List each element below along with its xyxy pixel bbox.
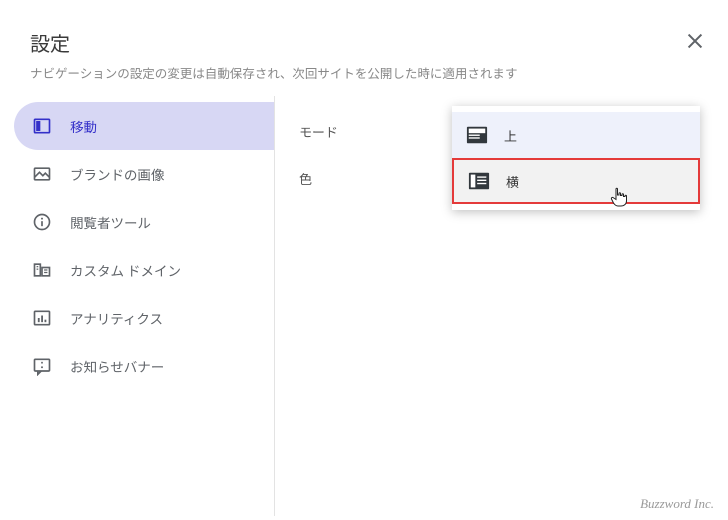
info-icon — [32, 212, 52, 232]
sidebar-item-label: 閲覧者ツール — [70, 212, 151, 232]
dropdown-option-label: 横 — [506, 172, 519, 191]
analytics-icon — [32, 308, 52, 328]
close-button[interactable] — [684, 30, 706, 57]
sidebar-item-label: 移動 — [70, 116, 97, 136]
announce-icon — [32, 356, 52, 376]
sidebar-item-label: お知らせバナー — [70, 356, 164, 376]
dropdown-option-label: 上 — [504, 126, 517, 145]
sidebar-item-custom-domain[interactable]: カスタム ドメイン — [14, 246, 274, 294]
sidebar-item-label: ブランドの画像 — [70, 164, 165, 184]
layout-top-icon — [466, 125, 488, 145]
sidebar-item-label: アナリティクス — [70, 308, 163, 328]
sidebar-item-label: カスタム ドメイン — [70, 260, 181, 280]
page-subtitle: ナビゲーションの設定の変更は自動保存され、次回サイトを公開した時に適用されます — [30, 63, 698, 82]
row-label: モード — [299, 122, 429, 141]
sidebar-item-navigation[interactable]: 移動 — [14, 102, 274, 150]
mode-dropdown: 上 横 — [452, 106, 700, 210]
footer-credit: Buzzword Inc. — [640, 496, 714, 512]
sidebar-item-analytics[interactable]: アナリティクス — [14, 294, 274, 342]
sidebar-item-viewer-tools[interactable]: 閲覧者ツール — [14, 198, 274, 246]
domain-icon — [32, 260, 52, 280]
dropdown-option-side[interactable]: 横 — [452, 158, 700, 204]
layout-side-icon — [468, 171, 490, 191]
cursor-hand-icon — [610, 187, 628, 212]
sidebar-item-announcement[interactable]: お知らせバナー — [14, 342, 274, 390]
close-icon — [684, 30, 706, 52]
dropdown-option-top[interactable]: 上 — [452, 112, 700, 158]
sidebar-item-brand-images[interactable]: ブランドの画像 — [14, 150, 274, 198]
sidebar: 移動 ブランドの画像 閲覧者ツール カスタム ドメイン アナリティクス — [0, 96, 275, 516]
page-title: 設定 — [30, 28, 698, 57]
image-icon — [32, 164, 52, 184]
row-label: 色 — [299, 169, 429, 188]
content-panel: モード 色 上 横 — [275, 96, 728, 516]
nav-icon — [32, 116, 52, 136]
